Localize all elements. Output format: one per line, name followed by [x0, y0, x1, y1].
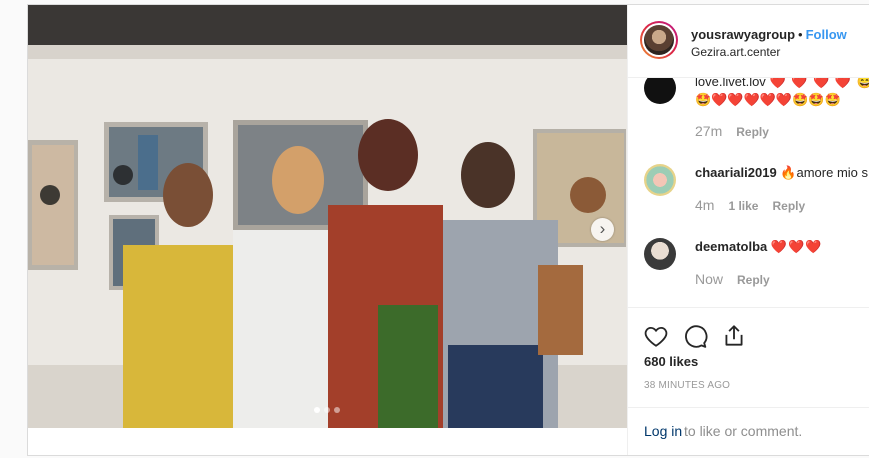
post-header: yousrawyagroup • Follow Gezira.art.center [628, 5, 869, 78]
follow-button[interactable]: Follow [806, 27, 847, 42]
heart-icon[interactable] [643, 323, 669, 349]
separator: • [798, 27, 803, 42]
location-link[interactable]: Gezira.art.center [691, 45, 780, 59]
post-timestamp: 38 MINUTES AGO [644, 380, 731, 391]
comment-text: love.livet.lov ❤️ ❤️ ❤️ ❤️ 😄 [695, 78, 869, 89]
login-prompt-text: to like or comment. [684, 423, 803, 439]
login-link[interactable]: Log in [644, 423, 682, 439]
comment-icon[interactable] [682, 323, 708, 349]
avatar[interactable] [640, 21, 678, 59]
action-bar: 680 likes 38 MINUTES AGO [628, 307, 869, 391]
comments-list[interactable]: love.livet.lov ❤️ ❤️ ❤️ ❤️ 😄 🤩❤️❤️❤️❤️❤️… [628, 78, 869, 306]
next-photo-button[interactable]: › [591, 218, 614, 241]
login-prompt: Log in to like or comment. [628, 407, 869, 455]
comment-meta: 27m Reply [695, 123, 769, 139]
post-username[interactable]: yousrawyagroup [691, 27, 795, 42]
comment-username[interactable]: deematolba [695, 239, 767, 254]
comment-text: chaariali2019 🔥amore mio s [695, 165, 869, 180]
carousel-dot [314, 407, 320, 413]
comment-text: deematolba ❤️❤️❤️ [695, 239, 823, 254]
carousel-dot [324, 407, 330, 413]
post-sidebar: yousrawyagroup • Follow Gezira.art.center … [627, 5, 869, 455]
comment-avatar[interactable] [644, 78, 676, 104]
photo-illustration [28, 5, 627, 428]
post-photo[interactable]: › [28, 5, 627, 428]
post-card: › yousrawyagroup • Follow Gezira.art.cente… [27, 4, 869, 456]
comment-emoji-line: 🤩❤️❤️❤️❤️❤️🤩🤩🤩 [695, 92, 841, 107]
comment-avatar[interactable] [644, 164, 676, 196]
chevron-right-icon: › [599, 219, 606, 238]
carousel-dots [314, 407, 340, 413]
comment-avatar[interactable] [644, 238, 676, 270]
reply-button[interactable]: Reply [736, 125, 769, 139]
reply-button[interactable]: Reply [737, 273, 770, 287]
post-username-line: yousrawyagroup • Follow [691, 27, 847, 42]
comment-username[interactable]: chaariali2019 [695, 165, 777, 180]
comment-likes[interactable]: 1 like [728, 199, 758, 213]
share-icon[interactable] [721, 323, 747, 349]
reply-button[interactable]: Reply [772, 199, 805, 213]
comment-meta: 4m 1 like Reply [695, 197, 806, 213]
likes-count[interactable]: 680 likes [644, 354, 698, 369]
carousel-dot [334, 407, 340, 413]
comment-meta: Now Reply [695, 271, 770, 287]
